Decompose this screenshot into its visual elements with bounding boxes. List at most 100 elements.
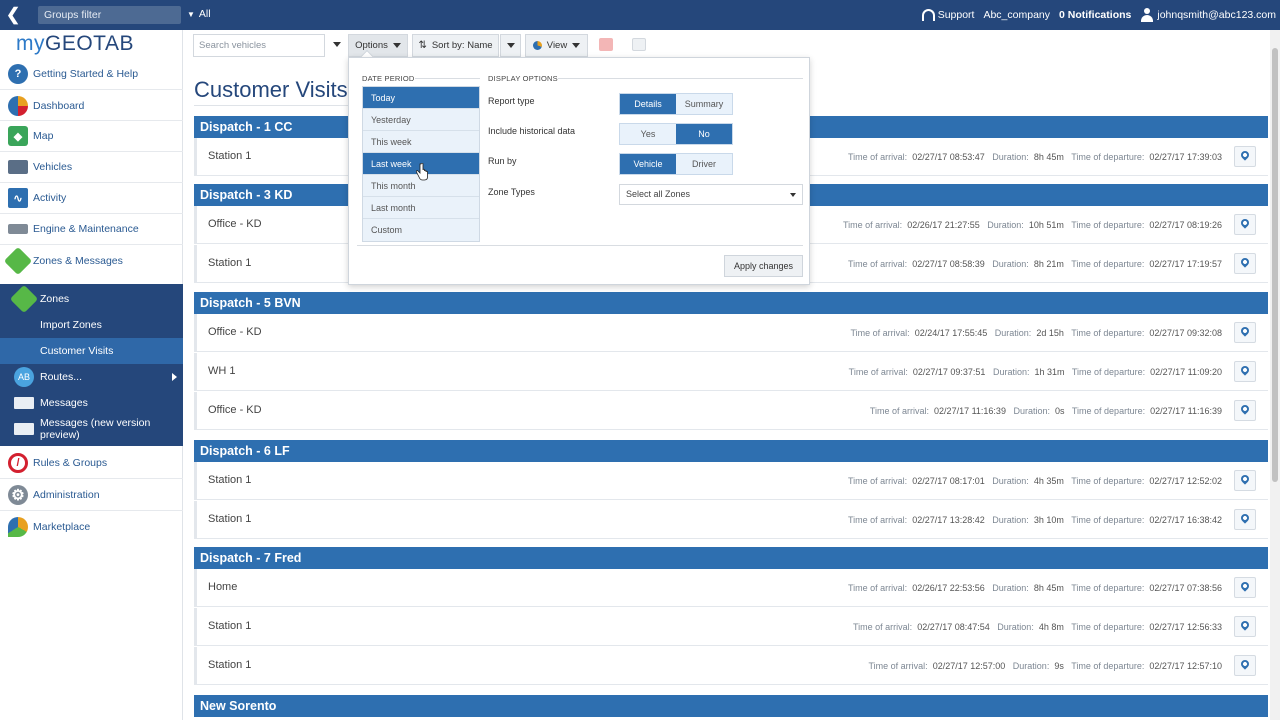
map-pin-icon xyxy=(1239,512,1251,524)
sidebar-item-label: Messages xyxy=(40,397,88,409)
run-by-vehicle[interactable]: Vehicle xyxy=(620,154,676,174)
sidebar-item-administration[interactable]: ⚙ Administration xyxy=(0,480,183,510)
map-pin-button[interactable] xyxy=(1234,361,1256,382)
sort-button[interactable]: ⇅ Sort by: Name xyxy=(412,34,499,57)
sidebar-item-activity[interactable]: ∿ Activity xyxy=(0,183,183,213)
scrollbar[interactable] xyxy=(1270,30,1280,720)
zone-types-value: Select all Zones xyxy=(626,189,691,199)
map-pin-button[interactable] xyxy=(1234,509,1256,530)
sidebar-item-rules-groups[interactable]: / Rules & Groups xyxy=(0,448,183,478)
notifications-link[interactable]: 0 Notifications xyxy=(1059,9,1131,21)
map-pin-button[interactable] xyxy=(1234,146,1256,167)
period-option-this-week[interactable]: This week xyxy=(363,131,479,153)
historical-no[interactable]: No xyxy=(676,124,732,144)
page-title: Customer Visits xyxy=(194,77,348,102)
group-header: Dispatch - 5 BVN xyxy=(194,292,1268,314)
visit-details: Time of arrival: 02/27/17 08:17:01 Durat… xyxy=(848,476,1222,486)
date-period-heading: DATE PERIOD xyxy=(362,74,415,83)
search-input[interactable]: Search vehicles xyxy=(193,34,325,57)
zone-name: Station 1 xyxy=(208,257,252,269)
zone-name: Station 1 xyxy=(208,474,252,486)
message-icon xyxy=(14,397,34,409)
sidebar-item-label: Import Zones xyxy=(40,319,102,331)
map-pin-button[interactable] xyxy=(1234,470,1256,491)
period-option-today[interactable]: Today xyxy=(363,87,479,109)
map-pin-icon xyxy=(1239,403,1251,415)
visit-details: Time of arrival: 02/24/17 17:55:45 Durat… xyxy=(850,328,1222,338)
marketplace-pin-icon xyxy=(8,517,28,537)
sidebar-item-vehicles[interactable]: Vehicles xyxy=(0,152,183,182)
back-arrow-icon[interactable]: ❮ xyxy=(6,5,24,25)
sidebar-item-import-zones[interactable]: Import Zones xyxy=(0,312,183,338)
duration-label: Duration: xyxy=(992,476,1029,486)
duration-value: 8h 45m xyxy=(1033,583,1064,593)
sidebar-item-label: Map xyxy=(33,130,54,142)
table-row: Office - KD Time of arrival: 02/24/17 17… xyxy=(194,314,1268,352)
run-by-driver[interactable]: Driver xyxy=(676,154,732,174)
engine-icon xyxy=(8,224,28,234)
mygeotab-logo[interactable]: myGEOTAB xyxy=(16,32,134,56)
departure-label: Time of departure: xyxy=(1071,152,1145,162)
visit-details: Time of arrival: 02/27/17 08:47:54 Durat… xyxy=(853,622,1222,632)
period-option-yesterday[interactable]: Yesterday xyxy=(363,109,479,131)
scrollbar-thumb[interactable] xyxy=(1272,48,1278,482)
arrival-label: Time of arrival: xyxy=(847,152,908,162)
map-pin-button[interactable] xyxy=(1234,214,1256,235)
options-button[interactable]: Options xyxy=(348,34,408,57)
arrival-label: Time of arrival: xyxy=(847,259,908,269)
departure-label: Time of departure: xyxy=(1071,259,1145,269)
sidebar-item-zones-messages[interactable]: Zones & Messages xyxy=(0,246,183,276)
all-groups-dropdown[interactable]: ▼ All xyxy=(187,8,211,20)
sidebar-item-label: Messages (new version preview) xyxy=(40,417,151,441)
all-groups-label: All xyxy=(198,8,211,20)
groups-filter-input[interactable]: Groups filter xyxy=(38,6,181,24)
period-option-last-month[interactable]: Last month xyxy=(363,197,479,219)
departure-value: 02/27/17 11:16:39 xyxy=(1150,406,1222,416)
map-pin-button[interactable] xyxy=(1234,577,1256,598)
sidebar-item-customer-visits[interactable]: Customer Visits xyxy=(0,338,183,364)
support-link[interactable]: Support xyxy=(921,9,974,22)
sidebar-item-engine[interactable]: Engine & Maintenance xyxy=(0,214,183,244)
zone-name: Station 1 xyxy=(208,659,252,671)
view-button[interactable]: View xyxy=(525,34,588,57)
company-link[interactable]: Abc_company xyxy=(983,9,1050,21)
visit-details: Time of arrival: 02/27/17 13:28:42 Durat… xyxy=(848,515,1222,525)
zones-icon xyxy=(9,284,39,314)
departure-value: 02/27/17 11:09:20 xyxy=(1150,367,1222,377)
sidebar-item-marketplace[interactable]: Marketplace xyxy=(0,512,183,542)
sidebar-item-messages-preview[interactable]: Messages (new version preview) xyxy=(0,416,183,442)
map-pin-button[interactable] xyxy=(1234,655,1256,676)
apply-changes-button[interactable]: Apply changes xyxy=(724,255,803,277)
sort-dropdown-button[interactable] xyxy=(500,34,521,57)
sidebar-item-getting-started[interactable]: ? Getting Started & Help xyxy=(0,59,183,89)
zone-types-select[interactable]: Select all Zones xyxy=(619,184,803,205)
table-row: Station 1 Time of arrival: 02/27/17 13:2… xyxy=(194,501,1268,539)
historical-yes[interactable]: Yes xyxy=(620,124,676,144)
user-menu[interactable]: johnqsmith@abc123.com xyxy=(1140,8,1276,22)
sidebar: myGEOTAB ? Getting Started & Help Dashboa… xyxy=(0,30,183,720)
report-type-details[interactable]: Details xyxy=(620,94,676,114)
departure-value: 02/27/17 17:19:57 xyxy=(1149,259,1222,269)
sidebar-item-routes[interactable]: AB Routes... xyxy=(0,364,183,390)
period-option-custom[interactable]: Custom xyxy=(363,219,479,241)
sidebar-item-zones[interactable]: Zones xyxy=(0,284,183,314)
search-dropdown-icon[interactable] xyxy=(333,42,341,47)
map-pin-button[interactable] xyxy=(1234,322,1256,343)
divider xyxy=(0,478,183,479)
map-pin-button[interactable] xyxy=(1234,400,1256,421)
excel-export-icon[interactable] xyxy=(632,38,646,51)
arrival-label: Time of arrival: xyxy=(847,476,908,486)
pdf-export-icon[interactable] xyxy=(599,38,613,51)
departure-label: Time of departure: xyxy=(1071,220,1145,230)
sidebar-item-dashboard[interactable]: Dashboard xyxy=(0,91,183,121)
sidebar-item-messages[interactable]: Messages xyxy=(0,390,183,416)
arrival-value: 02/27/17 08:53:47 xyxy=(912,152,985,162)
sidebar-item-map[interactable]: ◆ Map xyxy=(0,121,183,151)
sidebar-item-label: Vehicles xyxy=(33,161,73,173)
report-type-summary[interactable]: Summary xyxy=(676,94,732,114)
map-pin-button[interactable] xyxy=(1234,253,1256,274)
duration-value: 9s xyxy=(1054,661,1064,671)
table-row: Station 1 Time of arrival: 02/27/17 08:1… xyxy=(194,462,1268,500)
sidebar-item-label: Marketplace xyxy=(33,521,91,533)
map-pin-button[interactable] xyxy=(1234,616,1256,637)
